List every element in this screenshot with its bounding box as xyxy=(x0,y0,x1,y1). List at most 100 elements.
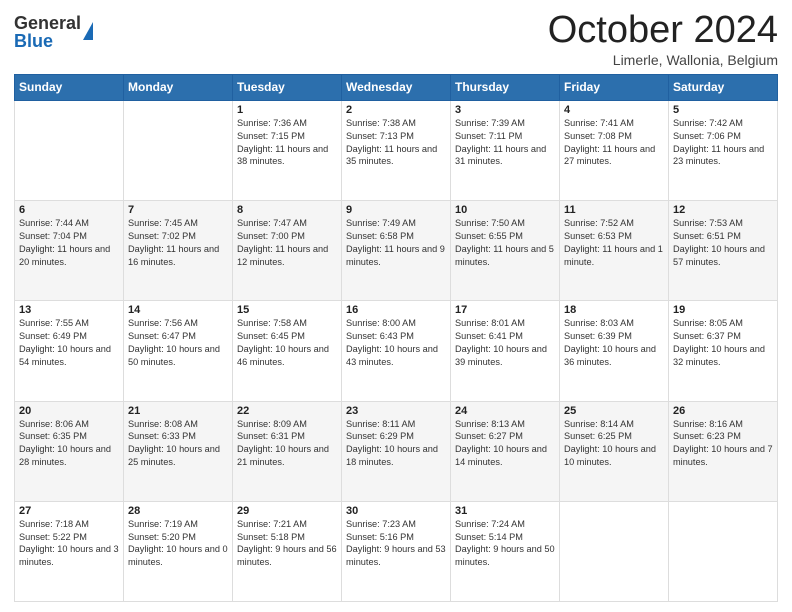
day-number: 4 xyxy=(564,104,664,116)
day-cell-1-2: 8Sunrise: 7:47 AMSunset: 7:00 PMDaylight… xyxy=(233,201,342,301)
day-cell-3-1: 21Sunrise: 8:08 AMSunset: 6:33 PMDayligh… xyxy=(124,401,233,501)
day-info: Sunrise: 7:23 AMSunset: 5:16 PMDaylight:… xyxy=(346,518,446,570)
day-cell-4-1: 28Sunrise: 7:19 AMSunset: 5:20 PMDayligh… xyxy=(124,501,233,601)
day-info: Sunrise: 8:16 AMSunset: 6:23 PMDaylight:… xyxy=(673,418,773,470)
day-number: 11 xyxy=(564,204,664,216)
week-row-2: 6Sunrise: 7:44 AMSunset: 7:04 PMDaylight… xyxy=(15,201,778,301)
week-row-5: 27Sunrise: 7:18 AMSunset: 5:22 PMDayligh… xyxy=(15,501,778,601)
day-info: Sunrise: 7:58 AMSunset: 6:45 PMDaylight:… xyxy=(237,317,337,369)
day-number: 26 xyxy=(673,405,773,417)
day-info: Sunrise: 7:24 AMSunset: 5:14 PMDaylight:… xyxy=(455,518,555,570)
weekday-header-row: Sunday Monday Tuesday Wednesday Thursday… xyxy=(15,74,778,100)
header-thursday: Thursday xyxy=(451,74,560,100)
day-cell-4-6 xyxy=(669,501,778,601)
day-cell-0-1 xyxy=(124,100,233,200)
day-info: Sunrise: 7:45 AMSunset: 7:02 PMDaylight:… xyxy=(128,217,228,269)
day-cell-0-4: 3Sunrise: 7:39 AMSunset: 7:11 PMDaylight… xyxy=(451,100,560,200)
day-cell-4-0: 27Sunrise: 7:18 AMSunset: 5:22 PMDayligh… xyxy=(15,501,124,601)
day-number: 29 xyxy=(237,505,337,517)
header-friday: Friday xyxy=(560,74,669,100)
day-cell-1-4: 10Sunrise: 7:50 AMSunset: 6:55 PMDayligh… xyxy=(451,201,560,301)
day-number: 6 xyxy=(19,204,119,216)
day-cell-3-0: 20Sunrise: 8:06 AMSunset: 6:35 PMDayligh… xyxy=(15,401,124,501)
day-cell-0-3: 2Sunrise: 7:38 AMSunset: 7:13 PMDaylight… xyxy=(342,100,451,200)
month-title: October 2024 xyxy=(548,10,778,52)
day-info: Sunrise: 7:38 AMSunset: 7:13 PMDaylight:… xyxy=(346,117,446,169)
day-info: Sunrise: 8:08 AMSunset: 6:33 PMDaylight:… xyxy=(128,418,228,470)
day-number: 10 xyxy=(455,204,555,216)
day-number: 27 xyxy=(19,505,119,517)
page: General Blue October 2024 Limerle, Wallo… xyxy=(0,0,792,612)
day-cell-0-0 xyxy=(15,100,124,200)
day-info: Sunrise: 7:39 AMSunset: 7:11 PMDaylight:… xyxy=(455,117,555,169)
day-info: Sunrise: 7:56 AMSunset: 6:47 PMDaylight:… xyxy=(128,317,228,369)
day-cell-1-6: 12Sunrise: 7:53 AMSunset: 6:51 PMDayligh… xyxy=(669,201,778,301)
logo: General Blue xyxy=(14,14,93,50)
day-info: Sunrise: 8:01 AMSunset: 6:41 PMDaylight:… xyxy=(455,317,555,369)
day-cell-1-3: 9Sunrise: 7:49 AMSunset: 6:58 PMDaylight… xyxy=(342,201,451,301)
day-number: 7 xyxy=(128,204,228,216)
day-info: Sunrise: 7:42 AMSunset: 7:06 PMDaylight:… xyxy=(673,117,773,169)
day-number: 15 xyxy=(237,304,337,316)
day-cell-4-4: 31Sunrise: 7:24 AMSunset: 5:14 PMDayligh… xyxy=(451,501,560,601)
day-cell-2-3: 16Sunrise: 8:00 AMSunset: 6:43 PMDayligh… xyxy=(342,301,451,401)
day-number: 1 xyxy=(237,104,337,116)
day-cell-3-4: 24Sunrise: 8:13 AMSunset: 6:27 PMDayligh… xyxy=(451,401,560,501)
day-number: 3 xyxy=(455,104,555,116)
title-area: October 2024 Limerle, Wallonia, Belgium xyxy=(548,10,778,68)
day-number: 22 xyxy=(237,405,337,417)
day-cell-1-0: 6Sunrise: 7:44 AMSunset: 7:04 PMDaylight… xyxy=(15,201,124,301)
day-number: 9 xyxy=(346,204,446,216)
day-number: 2 xyxy=(346,104,446,116)
day-number: 19 xyxy=(673,304,773,316)
day-cell-0-2: 1Sunrise: 7:36 AMSunset: 7:15 PMDaylight… xyxy=(233,100,342,200)
logo-general: General xyxy=(14,13,81,33)
day-number: 31 xyxy=(455,505,555,517)
day-cell-2-5: 18Sunrise: 8:03 AMSunset: 6:39 PMDayligh… xyxy=(560,301,669,401)
day-info: Sunrise: 8:00 AMSunset: 6:43 PMDaylight:… xyxy=(346,317,446,369)
day-cell-4-5 xyxy=(560,501,669,601)
week-row-4: 20Sunrise: 8:06 AMSunset: 6:35 PMDayligh… xyxy=(15,401,778,501)
day-cell-3-5: 25Sunrise: 8:14 AMSunset: 6:25 PMDayligh… xyxy=(560,401,669,501)
day-info: Sunrise: 7:50 AMSunset: 6:55 PMDaylight:… xyxy=(455,217,555,269)
day-number: 25 xyxy=(564,405,664,417)
location-subtitle: Limerle, Wallonia, Belgium xyxy=(548,52,778,68)
day-number: 12 xyxy=(673,204,773,216)
day-number: 24 xyxy=(455,405,555,417)
day-info: Sunrise: 7:36 AMSunset: 7:15 PMDaylight:… xyxy=(237,117,337,169)
day-number: 16 xyxy=(346,304,446,316)
day-cell-0-5: 4Sunrise: 7:41 AMSunset: 7:08 PMDaylight… xyxy=(560,100,669,200)
day-cell-1-1: 7Sunrise: 7:45 AMSunset: 7:02 PMDaylight… xyxy=(124,201,233,301)
day-cell-2-6: 19Sunrise: 8:05 AMSunset: 6:37 PMDayligh… xyxy=(669,301,778,401)
day-number: 21 xyxy=(128,405,228,417)
day-info: Sunrise: 7:44 AMSunset: 7:04 PMDaylight:… xyxy=(19,217,119,269)
day-cell-2-0: 13Sunrise: 7:55 AMSunset: 6:49 PMDayligh… xyxy=(15,301,124,401)
day-number: 23 xyxy=(346,405,446,417)
day-info: Sunrise: 7:41 AMSunset: 7:08 PMDaylight:… xyxy=(564,117,664,169)
day-info: Sunrise: 7:53 AMSunset: 6:51 PMDaylight:… xyxy=(673,217,773,269)
day-number: 17 xyxy=(455,304,555,316)
day-info: Sunrise: 7:47 AMSunset: 7:00 PMDaylight:… xyxy=(237,217,337,269)
logo-text-area: General Blue xyxy=(14,14,81,50)
header-monday: Monday xyxy=(124,74,233,100)
day-info: Sunrise: 7:19 AMSunset: 5:20 PMDaylight:… xyxy=(128,518,228,570)
day-info: Sunrise: 8:05 AMSunset: 6:37 PMDaylight:… xyxy=(673,317,773,369)
day-cell-0-6: 5Sunrise: 7:42 AMSunset: 7:06 PMDaylight… xyxy=(669,100,778,200)
day-info: Sunrise: 7:55 AMSunset: 6:49 PMDaylight:… xyxy=(19,317,119,369)
day-cell-4-3: 30Sunrise: 7:23 AMSunset: 5:16 PMDayligh… xyxy=(342,501,451,601)
day-number: 20 xyxy=(19,405,119,417)
day-number: 8 xyxy=(237,204,337,216)
calendar-table: Sunday Monday Tuesday Wednesday Thursday… xyxy=(14,74,778,602)
header-wednesday: Wednesday xyxy=(342,74,451,100)
week-row-1: 1Sunrise: 7:36 AMSunset: 7:15 PMDaylight… xyxy=(15,100,778,200)
week-row-3: 13Sunrise: 7:55 AMSunset: 6:49 PMDayligh… xyxy=(15,301,778,401)
day-info: Sunrise: 7:21 AMSunset: 5:18 PMDaylight:… xyxy=(237,518,337,570)
day-cell-2-4: 17Sunrise: 8:01 AMSunset: 6:41 PMDayligh… xyxy=(451,301,560,401)
day-number: 30 xyxy=(346,505,446,517)
day-info: Sunrise: 7:52 AMSunset: 6:53 PMDaylight:… xyxy=(564,217,664,269)
header-tuesday: Tuesday xyxy=(233,74,342,100)
day-number: 14 xyxy=(128,304,228,316)
logo-blue: Blue xyxy=(14,31,53,51)
day-cell-3-6: 26Sunrise: 8:16 AMSunset: 6:23 PMDayligh… xyxy=(669,401,778,501)
day-cell-3-2: 22Sunrise: 8:09 AMSunset: 6:31 PMDayligh… xyxy=(233,401,342,501)
